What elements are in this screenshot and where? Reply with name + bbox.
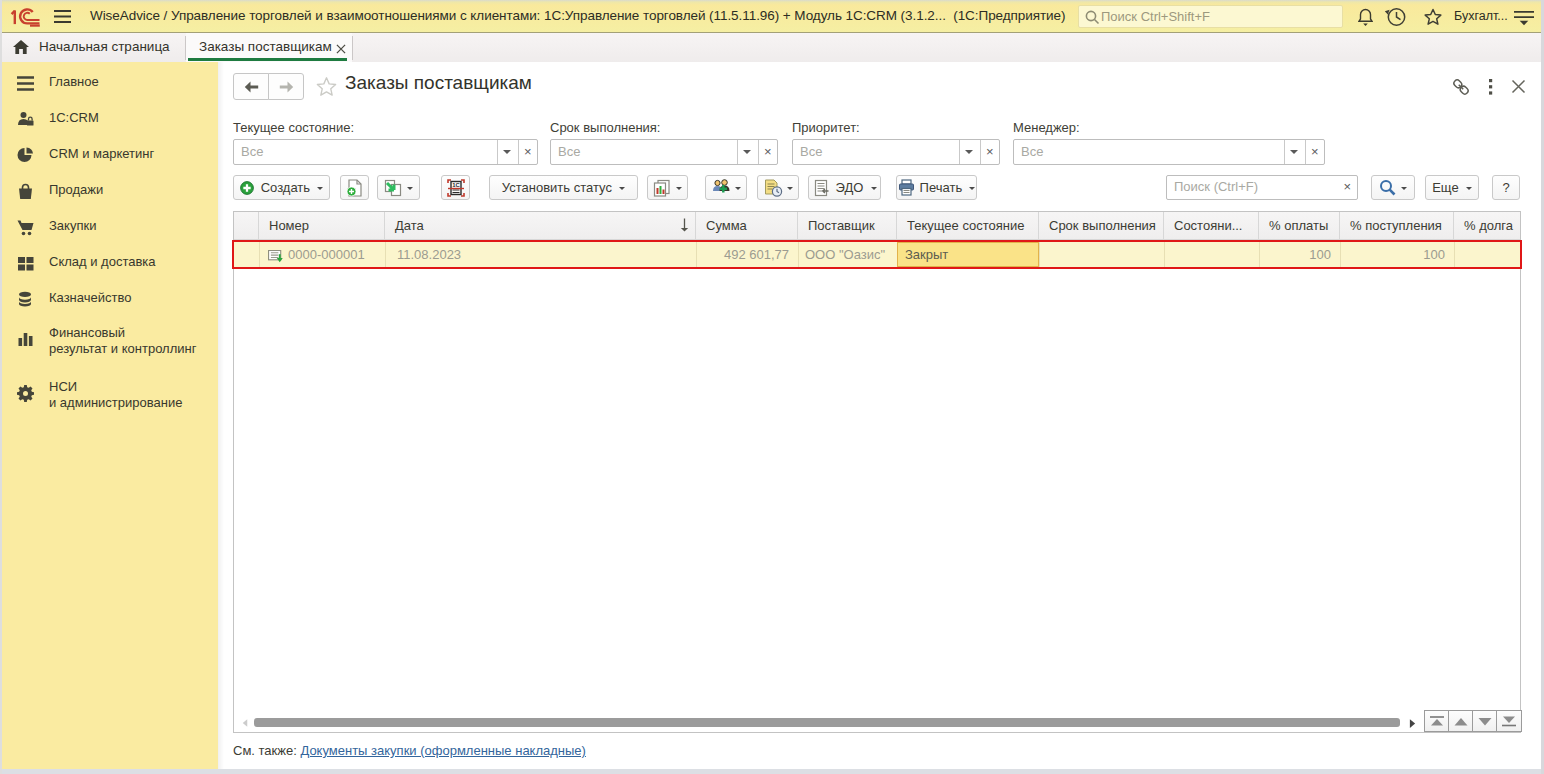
svg-text:1C: 1C [452,182,460,188]
